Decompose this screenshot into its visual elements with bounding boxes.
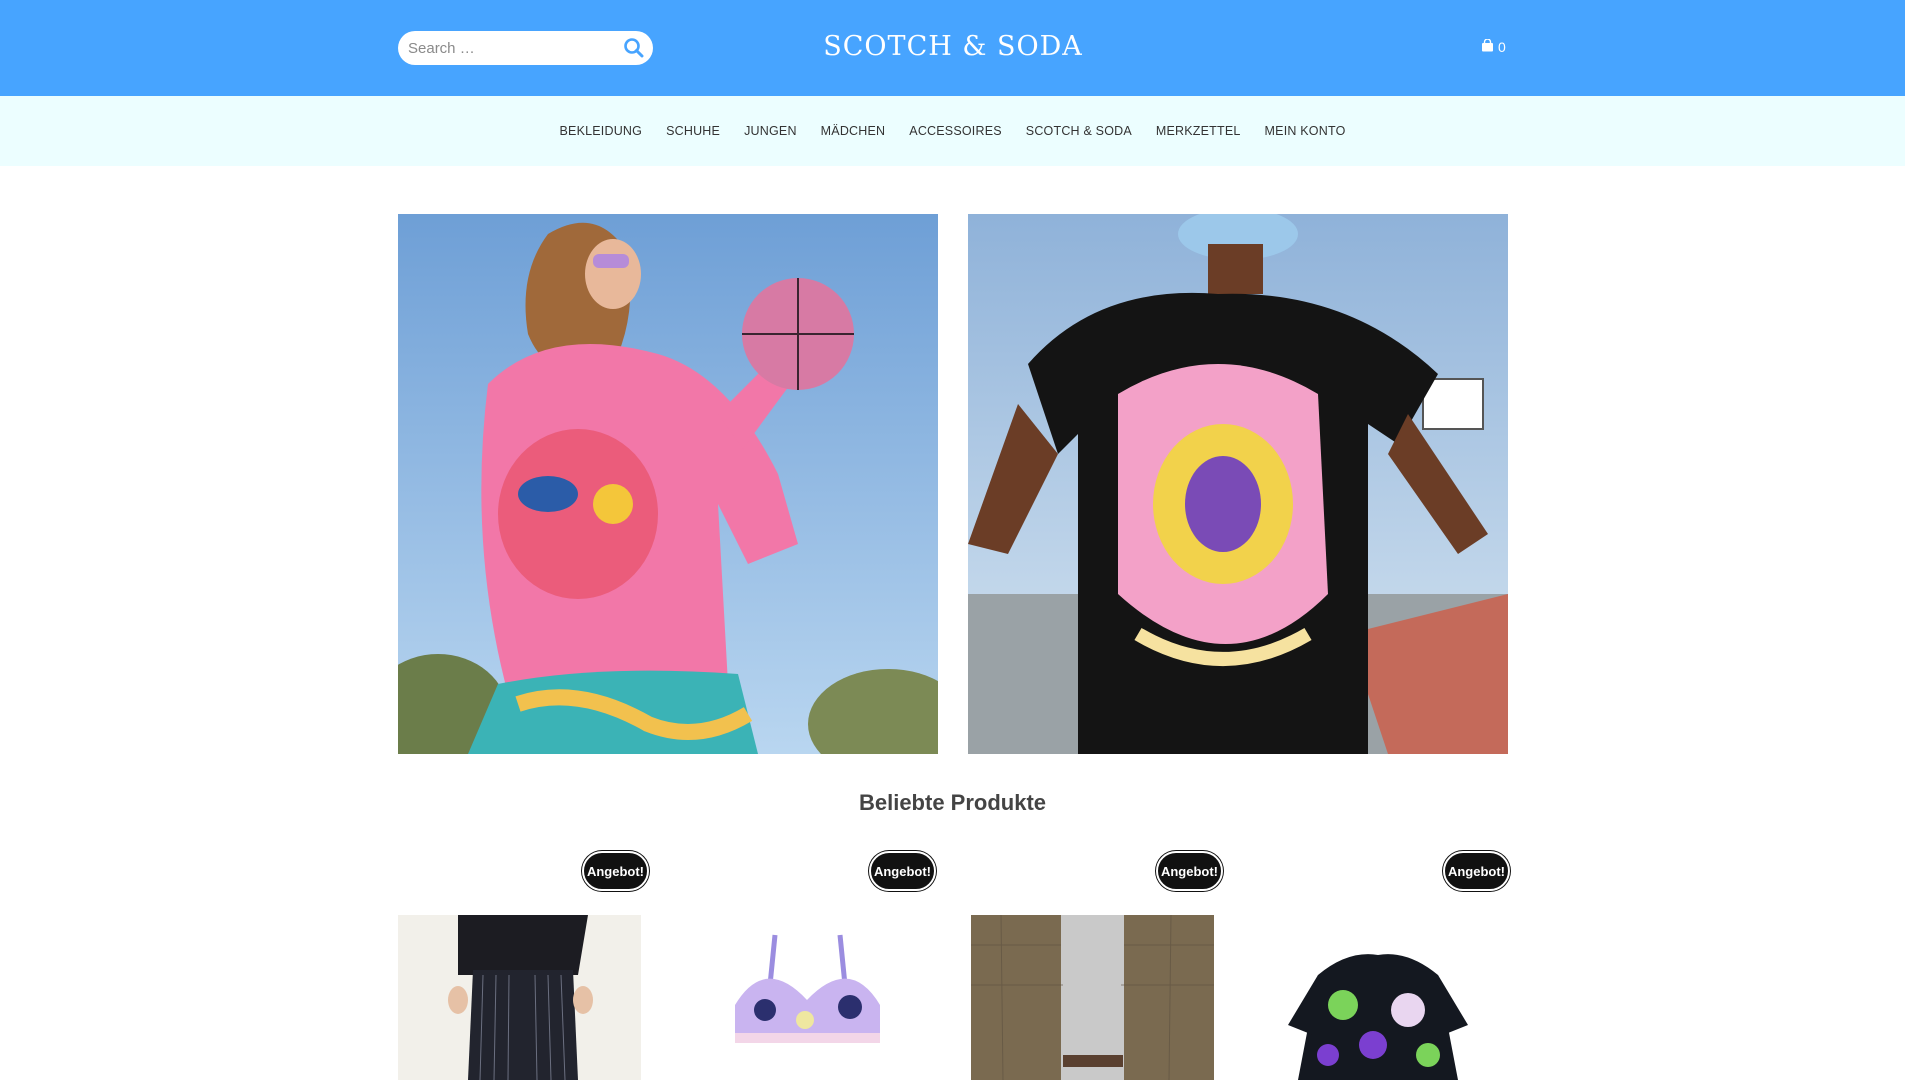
product-image-bikini-top[interactable]	[685, 915, 928, 1080]
search-input[interactable]	[398, 31, 618, 65]
site-logo[interactable]: SCOTCH & SODA	[823, 30, 1081, 62]
search-icon[interactable]	[623, 37, 645, 59]
product-image-trousers[interactable]	[398, 915, 641, 1080]
nav-item-schuhe[interactable]: SCHUHE	[654, 124, 732, 138]
shopping-bag-icon	[1481, 38, 1494, 55]
hero-banner-women[interactable]	[398, 214, 938, 754]
nav-item-bekleidung[interactable]: BEKLEIDUNG	[548, 124, 655, 138]
sale-badge: Angebot!	[1443, 851, 1510, 891]
nav-item-jungen[interactable]: JUNGEN	[732, 124, 809, 138]
nav-item-scotch-soda[interactable]: SCOTCH & SODA	[1014, 124, 1144, 138]
nav-item-maedchen[interactable]: MÄDCHEN	[809, 124, 898, 138]
page: SCOTCH & SODA 0 BEKLEIDUNG SCHUHE JUNGEN…	[0, 0, 1920, 1080]
sale-badge: Angebot!	[582, 851, 649, 891]
sale-badge: Angebot!	[869, 851, 936, 891]
main-navigation: BEKLEIDUNG SCHUHE JUNGEN MÄDCHEN ACCESSO…	[0, 96, 1905, 166]
search-form	[398, 31, 653, 65]
nav-item-accessoires[interactable]: ACCESSOIRES	[897, 124, 1014, 138]
cart-count: 0	[1498, 39, 1506, 55]
logo-text: SCOTCH & SODA	[823, 30, 1083, 62]
nav-item-mein-konto[interactable]: MEIN KONTO	[1253, 124, 1358, 138]
nav-item-merkzettel[interactable]: MERKZETTEL	[1144, 124, 1253, 138]
sale-badge: Angebot!	[1156, 851, 1223, 891]
section-title: Beliebte Produkte	[858, 790, 1047, 815]
hero-banner-men[interactable]	[968, 214, 1508, 754]
site-header: SCOTCH & SODA 0	[0, 0, 1905, 96]
product-image-blazer[interactable]	[971, 915, 1214, 1080]
product-image-floral-shirt[interactable]	[1258, 915, 1501, 1080]
cart-button[interactable]: 0	[1481, 38, 1506, 55]
